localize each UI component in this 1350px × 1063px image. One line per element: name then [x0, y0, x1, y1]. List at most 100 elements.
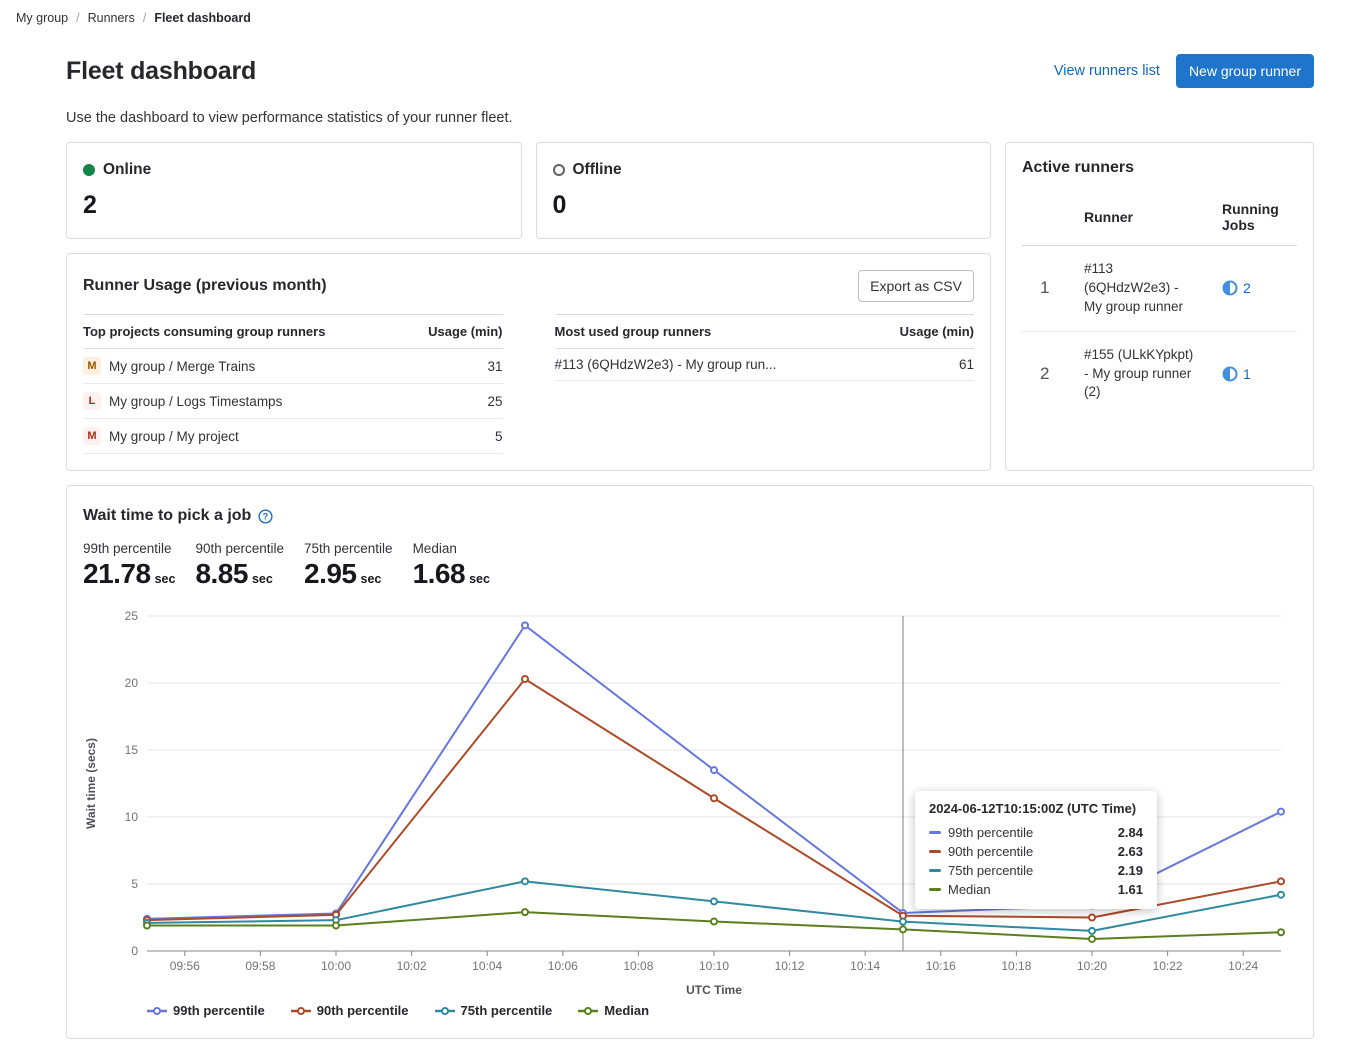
page-header: Fleet dashboard View runners list New gr…	[66, 54, 1314, 88]
export-csv-button[interactable]: Export as CSV	[858, 270, 974, 302]
active-runners-title: Active runners	[1022, 159, 1297, 177]
svg-text:10:24: 10:24	[1228, 959, 1258, 973]
stat-value-row: 2.95sec	[304, 558, 393, 590]
tooltip-series-label: 75th percentile	[948, 863, 1111, 878]
running-jobs-cell: 2	[1206, 280, 1297, 296]
svg-text:10:14: 10:14	[850, 959, 880, 973]
wait-time-stat: 75th percentile2.95sec	[304, 541, 393, 590]
runner-name: #113 (6QHdzW2e3) - My group run...	[555, 357, 777, 372]
runner-name-cell: #113 (6QHdzW2e3) - My group run...	[555, 349, 889, 381]
active-runners-card: Active runners Runner Running Jobs 1#113…	[1005, 142, 1314, 471]
legend-item-75th-percentile[interactable]: 75th percentile	[435, 1003, 553, 1018]
project-cell-inner: M My group / Merge Trains	[83, 357, 417, 375]
project-avatar: M	[83, 427, 101, 445]
breadcrumb-item-runners[interactable]: Runners	[88, 11, 135, 25]
runner-usage-title: Runner Usage (previous month)	[83, 270, 327, 295]
wait-time-stat: 90th percentile8.85sec	[195, 541, 284, 590]
running-jobs-count: 2	[1243, 280, 1251, 296]
chart-legend: 99th percentile 90th percentile 75th perce…	[147, 1003, 1297, 1018]
project-avatar: M	[83, 357, 101, 375]
project-avatar: L	[83, 392, 101, 410]
stat-value-row: 1.68sec	[413, 558, 490, 590]
projects-name-header: Top projects consuming group runners	[83, 315, 417, 349]
online-runners-card: Online 2	[66, 142, 522, 239]
runners-name-header: Most used group runners	[555, 315, 889, 349]
wait-time-card: Wait time to pick a job ? 99th percentil…	[66, 485, 1314, 1039]
stat-unit: sec	[252, 572, 273, 586]
wait-time-chart-wrap: 051015202509:5609:5810:0010:0210:0410:06…	[83, 596, 1297, 1001]
project-cell-inner: M My group / My project	[83, 427, 417, 445]
online-label: Online	[103, 161, 151, 179]
runner-usage-card: Runner Usage (previous month) Export as …	[66, 253, 991, 471]
tooltip-row: 99th percentile2.84	[929, 823, 1143, 842]
wait-time-stat: 99th percentile 21.78 sec	[83, 541, 175, 590]
runner-index: 2	[1022, 364, 1084, 384]
project-name: My group / Merge Trains	[109, 359, 255, 374]
active-runners-table: Runner Running Jobs 1#113 (6QHdzW2e3) - …	[1022, 193, 1297, 416]
page-title: Fleet dashboard	[66, 57, 256, 86]
legend-marker	[578, 1006, 598, 1016]
runner-usage-row: #113 (6QHdzW2e3) - My group run...61	[555, 349, 975, 381]
view-runners-list-link[interactable]: View runners list	[1054, 63, 1160, 79]
stat-label: 99th percentile	[83, 541, 175, 556]
wait-time-title: Wait time to pick a job	[83, 507, 251, 525]
legend-label: Median	[604, 1003, 649, 1018]
runners-usage-header: Usage (min)	[888, 315, 974, 349]
stat-value: 1.68	[413, 558, 466, 590]
project-usage-minutes: 31	[417, 349, 503, 384]
project-usage-row: M My group / Merge Trains 31	[83, 349, 503, 384]
stat-value: 8.85	[195, 558, 248, 590]
wait-time-stat: Median 1.68sec	[413, 541, 490, 590]
svg-text:5: 5	[131, 877, 138, 891]
new-group-runner-button[interactable]: New group runner	[1176, 54, 1314, 88]
breadcrumb-item-fleet-dashboard: Fleet dashboard	[154, 11, 251, 25]
offline-label-row: Offline	[553, 161, 975, 179]
project-cell: M My group / Merge Trains	[83, 349, 417, 384]
project-cell: LMy group / Logs Timestamps	[83, 384, 417, 419]
stat-value-row: 8.85 sec	[195, 558, 284, 590]
legend-item-median[interactable]: Median	[578, 1003, 649, 1018]
svg-text:10:20: 10:20	[1077, 959, 1107, 973]
stat-unit: sec	[469, 572, 490, 586]
project-usage-minutes: 5	[417, 419, 503, 454]
breadcrumb-separator: /	[143, 11, 146, 25]
help-question-icon[interactable]: ?	[258, 509, 273, 524]
legend-marker	[147, 1006, 167, 1016]
project-name: My group / My project	[109, 429, 239, 444]
svg-text:0: 0	[131, 944, 138, 958]
online-label-row: Online	[83, 161, 505, 179]
wait-time-title-row: Wait time to pick a job ?	[83, 502, 1297, 525]
tooltip-series-value: 1.61	[1118, 882, 1143, 897]
legend-label: 75th percentile	[461, 1003, 553, 1018]
legend-item-90th-percentile[interactable]: 90th percentile	[291, 1003, 409, 1018]
stat-value-row: 21.78 sec	[83, 558, 175, 590]
offline-count: 0	[553, 191, 975, 220]
svg-text:10:18: 10:18	[1001, 959, 1031, 973]
most-used-runners-table: Most used group runners Usage (min) #113…	[555, 314, 975, 381]
tooltip-series-swatch	[929, 831, 941, 834]
project-cell-inner: LMy group / Logs Timestamps	[83, 392, 417, 410]
tooltip-series-swatch	[929, 850, 941, 853]
tooltip-series-label: Median	[948, 882, 1111, 897]
svg-text:?: ?	[263, 511, 268, 521]
tooltip-title: 2024-06-12T10:15:00Z (UTC Time)	[929, 801, 1143, 816]
runner-name: #155 (ULkKYpkpt) - My group runner (2)	[1084, 346, 1206, 403]
breadcrumb-item-my-group[interactable]: My group	[16, 11, 68, 25]
offline-runners-card: Offline 0	[536, 142, 992, 239]
stat-label: Median	[413, 541, 490, 556]
stat-value: 21.78	[83, 558, 151, 590]
tooltip-row: 75th percentile2.19	[929, 861, 1143, 880]
running-jobs-count: 1	[1243, 366, 1251, 382]
svg-text:25: 25	[125, 609, 139, 623]
x-axis-label: UTC Time	[686, 983, 742, 997]
legend-item-99th-percentile[interactable]: 99th percentile	[147, 1003, 265, 1018]
stat-unit: sec	[361, 572, 382, 586]
svg-text:10:08: 10:08	[623, 959, 653, 973]
svg-text:10:12: 10:12	[775, 959, 805, 973]
svg-text:10:06: 10:06	[548, 959, 578, 973]
stat-unit: sec	[155, 572, 176, 586]
breadcrumb: My group/Runners/Fleet dashboard	[0, 0, 1350, 36]
runner-name: #113 (6QHdzW2e3) - My group runner	[1084, 260, 1206, 317]
top-projects-table: Top projects consuming group runners Usa…	[83, 314, 503, 454]
svg-text:10:00: 10:00	[321, 959, 351, 973]
